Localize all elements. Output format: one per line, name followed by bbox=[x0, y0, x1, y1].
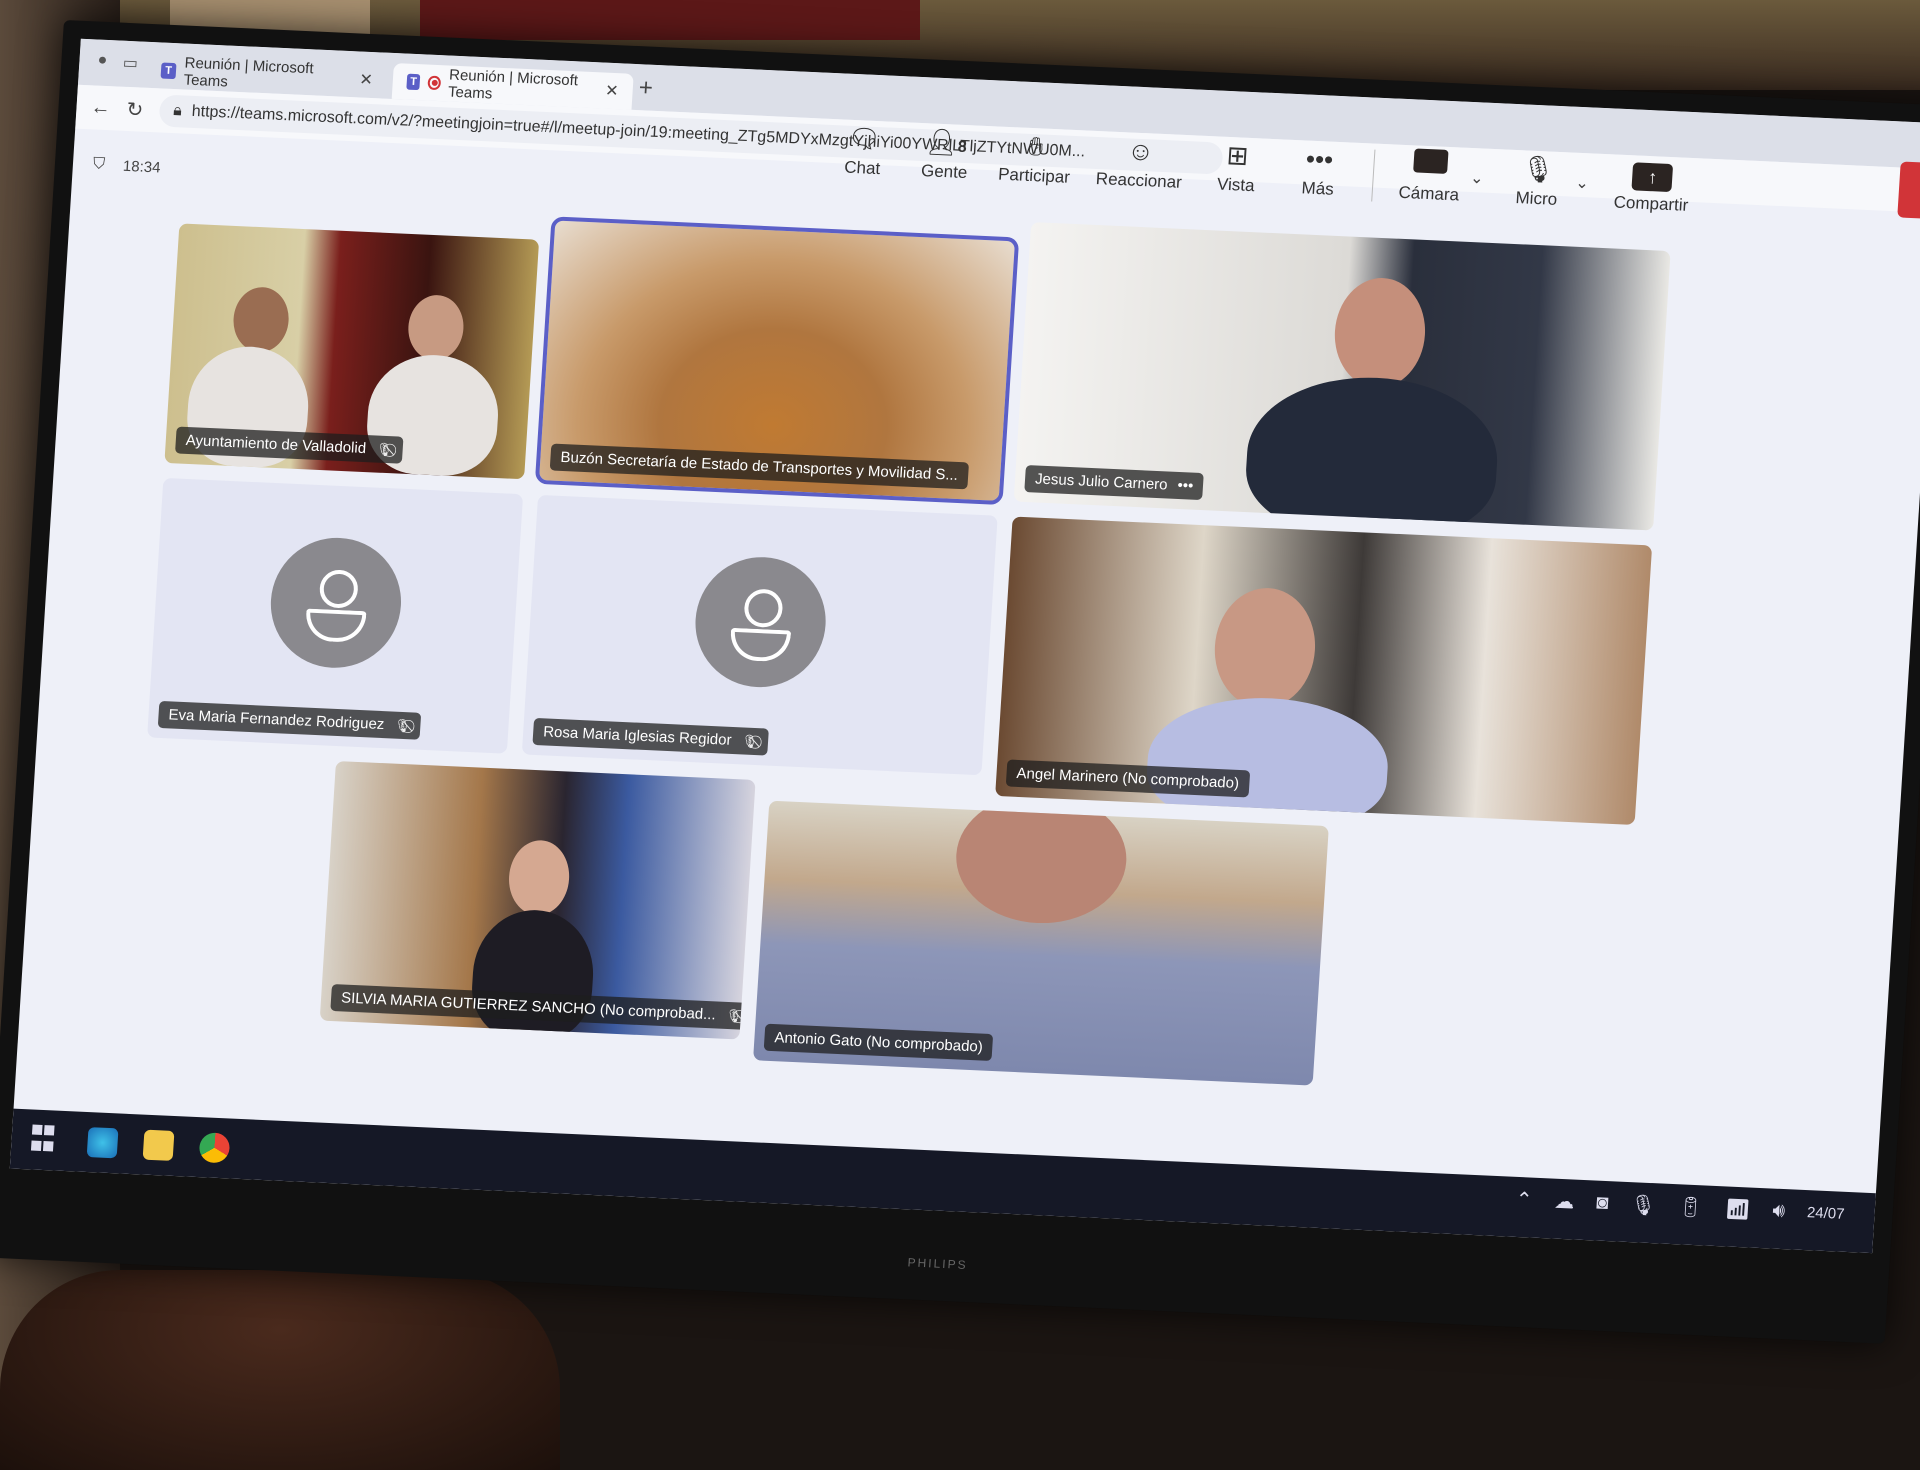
screen: ● ▭ T Reunión | Microsoft Teams ✕ T Reun… bbox=[9, 38, 1920, 1254]
chrome-icon[interactable] bbox=[198, 1132, 231, 1164]
mic-button[interactable]: 🎙︎ Micro bbox=[1508, 152, 1567, 210]
tab-actions-icon[interactable]: ▭ bbox=[119, 53, 142, 76]
close-icon[interactable]: ✕ bbox=[359, 69, 374, 90]
participant-tile[interactable]: Ayuntamiento de Valladolid 🎙︎⃠ bbox=[164, 223, 540, 480]
people-icon: 👤︎8 bbox=[924, 126, 968, 158]
chair bbox=[0, 1270, 560, 1470]
toolbar-divider bbox=[1370, 149, 1376, 202]
raise-hand-button[interactable]: ✋︎ Participar bbox=[998, 129, 1073, 188]
mic-off-icon: 🎙︎⃠ bbox=[375, 441, 394, 457]
chat-icon: 🗨︎ bbox=[846, 122, 882, 155]
more-options-icon[interactable]: ••• bbox=[1177, 477, 1194, 495]
mic-off-icon: 🎙︎ bbox=[1520, 153, 1556, 185]
monitor: ● ▭ T Reunión | Microsoft Teams ✕ T Reun… bbox=[0, 20, 1920, 1344]
back-icon[interactable]: ← bbox=[90, 96, 111, 120]
taskbar-clock[interactable]: 24/07 bbox=[1806, 1203, 1846, 1225]
leave-button[interactable] bbox=[1897, 161, 1920, 221]
camera-in-use-icon[interactable]: ◙ bbox=[1596, 1192, 1609, 1216]
participant-tile[interactable]: SILVIA MARIA GUTIERREZ SANCHO (No compro… bbox=[319, 760, 756, 1040]
participant-name-label: Rosa Maria Iglesias Regidor 🎙︎⃠ bbox=[532, 717, 769, 756]
wall-art bbox=[420, 0, 920, 40]
teams-icon: T bbox=[406, 73, 421, 91]
camera-options-chevron-icon[interactable]: ⌄ bbox=[1470, 168, 1485, 189]
more-button[interactable]: ••• Más bbox=[1289, 142, 1348, 200]
video-grid: Ayuntamiento de Valladolid 🎙︎⃠ Buzón Secr… bbox=[14, 198, 1920, 1193]
plus-icon[interactable]: + bbox=[638, 74, 654, 103]
mic-off-icon: 🎙︎⃠ bbox=[741, 732, 759, 749]
mic-off-icon: 🎙︎⃠ bbox=[725, 1007, 743, 1024]
volume-icon[interactable]: 🔊︎ bbox=[1772, 1200, 1786, 1224]
recording-icon bbox=[427, 75, 442, 91]
wifi-icon[interactable]: 📶︎ bbox=[1724, 1196, 1751, 1222]
participant-tile-spotlight[interactable]: Buzón Secretaría de Estado de Transporte… bbox=[534, 216, 1020, 506]
participant-tile[interactable]: Eva Maria Fernandez Rodriguez 🎙︎⃠ bbox=[147, 477, 524, 754]
edge-icon[interactable] bbox=[86, 1127, 119, 1159]
mic-options-chevron-icon[interactable]: ⌄ bbox=[1575, 173, 1590, 194]
participant-tile[interactable]: Antonio Gato (No comprobado) bbox=[753, 800, 1329, 1086]
people-button[interactable]: 👤︎8 Gente bbox=[916, 125, 975, 183]
mic-off-icon: 🎙︎⃠ bbox=[393, 717, 412, 733]
participant-name-label: Eva Maria Fernandez Rodriguez 🎙︎⃠ bbox=[157, 700, 422, 740]
view-button[interactable]: ⊞ Vista bbox=[1207, 138, 1266, 196]
participant-tile[interactable]: Angel Marinero (No comprobado) bbox=[995, 516, 1653, 825]
participant-name-label: Jesus Julio Carnero ••• bbox=[1024, 465, 1205, 501]
camera-icon bbox=[1413, 147, 1449, 180]
shield-icon: ⛉ bbox=[92, 155, 106, 173]
file-explorer-icon[interactable] bbox=[142, 1129, 175, 1161]
hand-icon: ✋︎ bbox=[1027, 130, 1045, 162]
share-icon: ↑ bbox=[1631, 157, 1674, 193]
mic-in-use-icon[interactable]: 🎙︎ bbox=[1630, 1192, 1657, 1218]
tab-title: Reunión | Microsoft Teams bbox=[447, 66, 579, 103]
chevron-up-icon[interactable]: ⌃ bbox=[1515, 1187, 1533, 1213]
participant-tile[interactable]: Jesus Julio Carnero ••• bbox=[1013, 222, 1671, 531]
react-button[interactable]: ☺ Reaccionar bbox=[1095, 133, 1184, 193]
share-button[interactable]: ↑ Compartir bbox=[1613, 157, 1691, 216]
participant-name-label: Antonio Gato (No comprobado) bbox=[763, 1023, 994, 1062]
smiley-icon: ☺ bbox=[1126, 135, 1155, 167]
participant-name-label: Buzón Secretaría de Estado de Transporte… bbox=[549, 443, 969, 490]
grid-icon: ⊞ bbox=[1225, 139, 1250, 171]
windows-start-icon[interactable] bbox=[30, 1124, 63, 1156]
profile-icon[interactable]: ● bbox=[91, 51, 114, 74]
participant-tile[interactable]: Rosa Maria Iglesias Regidor 🎙︎⃠ bbox=[521, 494, 998, 776]
onedrive-off-icon[interactable]: ☁︎ bbox=[1554, 1189, 1576, 1215]
avatar-placeholder-icon bbox=[266, 535, 405, 671]
chat-button[interactable]: 🗨︎ Chat bbox=[834, 121, 893, 179]
avatar-placeholder-icon bbox=[691, 554, 830, 690]
reload-icon[interactable]: ↻ bbox=[126, 96, 144, 122]
teams-icon: T bbox=[160, 62, 177, 80]
lock-icon: 🔒︎ bbox=[172, 102, 183, 120]
monitor-brand: PHILIPS bbox=[907, 1255, 969, 1273]
camera-button[interactable]: Cámara bbox=[1398, 147, 1462, 206]
people-count: 8 bbox=[957, 138, 968, 157]
battery-charging-icon[interactable]: 🔋︎ bbox=[1677, 1194, 1704, 1220]
close-icon[interactable]: ✕ bbox=[605, 81, 620, 102]
tab-title: Reunión | Microsoft Teams bbox=[183, 54, 315, 91]
meeting-timer: 18:34 bbox=[122, 157, 162, 176]
more-icon: ••• bbox=[1304, 143, 1335, 175]
system-tray: ⌃ ☁︎ ◙ 🎙︎ 🔋︎ 📶︎ 🔊︎ 24/07 bbox=[1515, 1187, 1845, 1227]
